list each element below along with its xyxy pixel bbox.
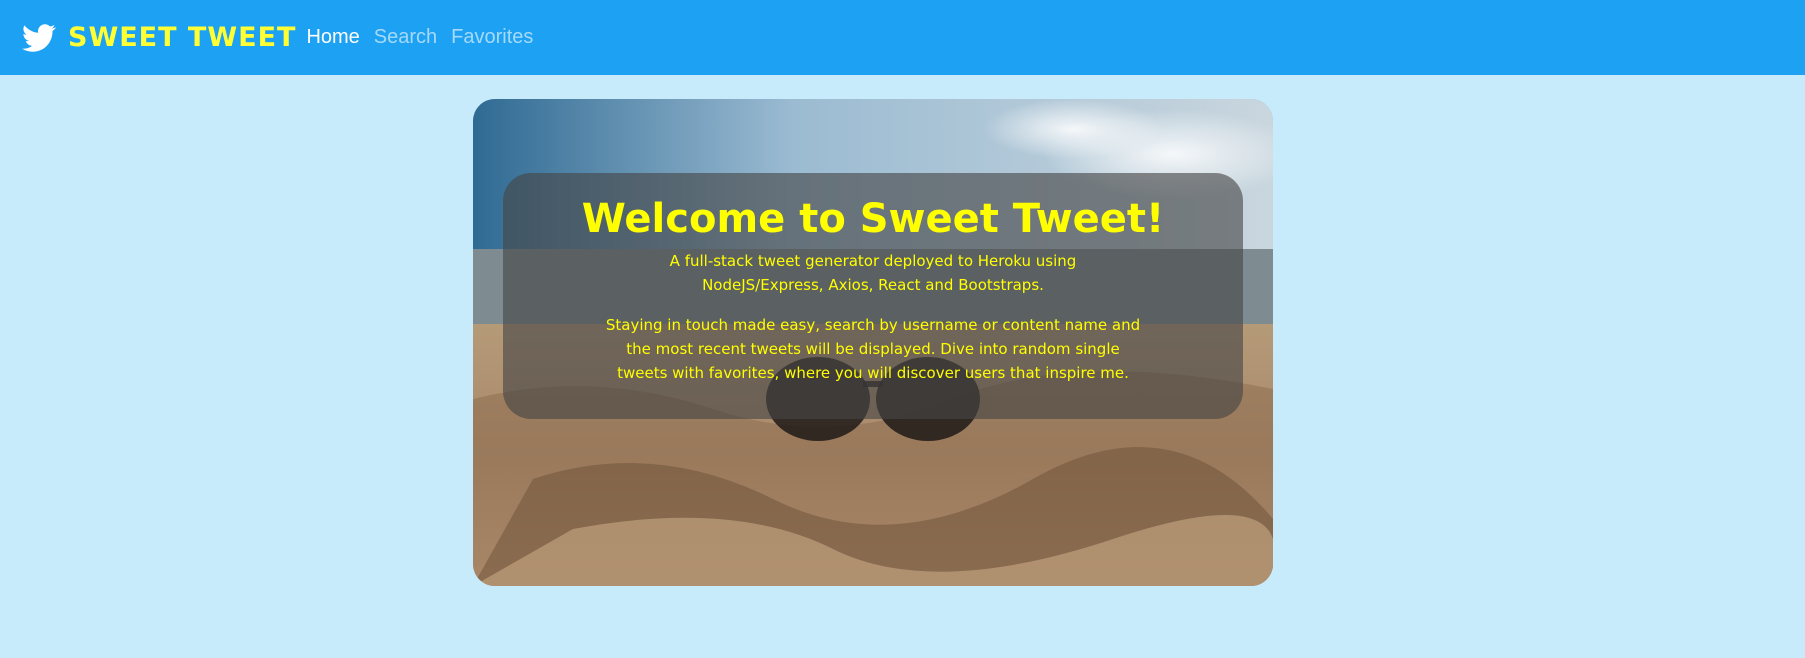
- nav-home-link[interactable]: Home: [306, 26, 359, 49]
- hero-text-panel: Welcome to Sweet Tweet! A full-stack twe…: [503, 173, 1243, 419]
- hero-description: Staying in touch made easy, search by us…: [605, 316, 1141, 382]
- hero-jumbotron: Welcome to Sweet Tweet! A full-stack twe…: [473, 99, 1273, 586]
- navbar: SWEET TWEET Home Search Favorites: [0, 0, 1805, 75]
- twitter-bird-icon: [22, 23, 56, 52]
- hero-subtitle: A full-stack tweet generator deployed to…: [669, 252, 1077, 294]
- brand-title: SWEET TWEET: [68, 22, 297, 53]
- brand-link[interactable]: SWEET TWEET: [20, 21, 296, 55]
- nav-favorites-link[interactable]: Favorites: [451, 26, 533, 49]
- hero-title: Welcome to Sweet Tweet!: [581, 196, 1165, 242]
- nav-search-link[interactable]: Search: [374, 26, 437, 49]
